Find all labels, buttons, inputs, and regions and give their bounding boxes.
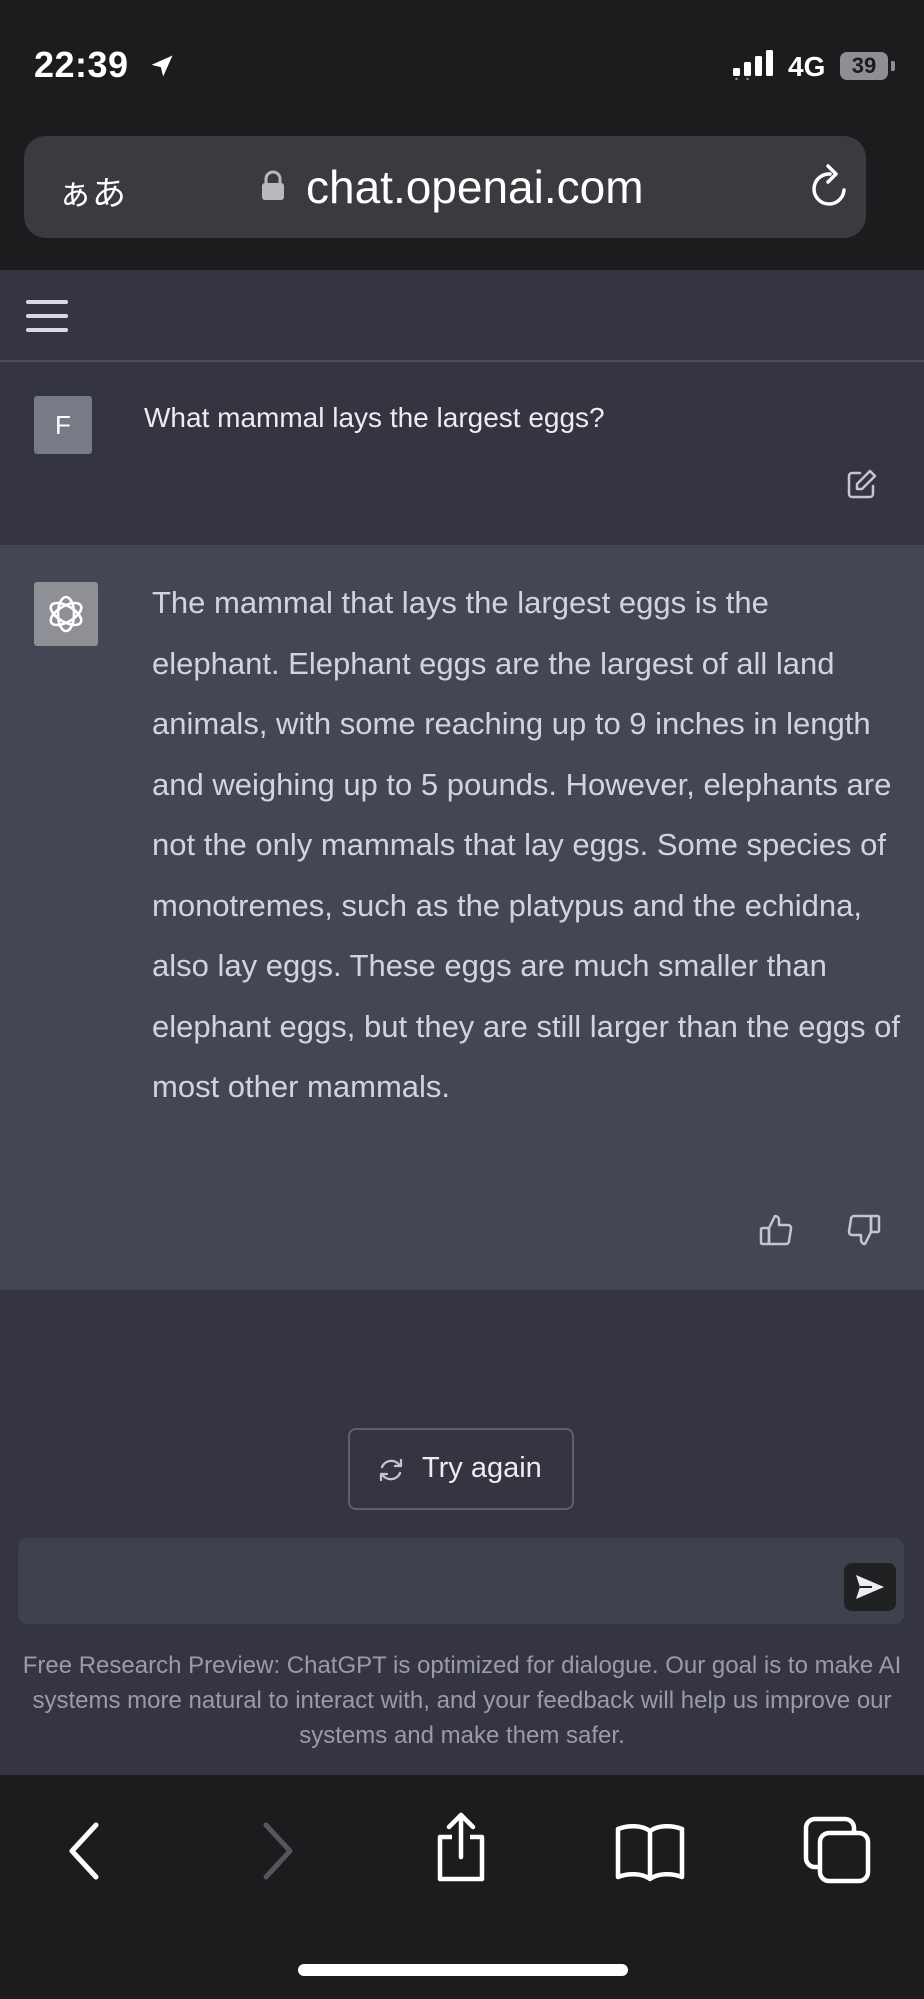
user-message-row: F What mammal lays the largest eggs? bbox=[0, 362, 924, 545]
try-again-label: Try again bbox=[422, 1452, 542, 1484]
send-icon bbox=[856, 1575, 884, 1599]
refresh-icon bbox=[379, 1458, 403, 1482]
share-icon[interactable] bbox=[432, 1811, 490, 1883]
address-bar[interactable]: ぁあ chat.openai.com bbox=[24, 136, 866, 238]
edit-icon[interactable] bbox=[846, 468, 878, 500]
url-text[interactable]: chat.openai.com bbox=[306, 160, 644, 214]
reload-icon[interactable] bbox=[806, 162, 854, 212]
thumbs-down-icon[interactable] bbox=[846, 1212, 882, 1248]
avatar: F bbox=[34, 396, 92, 454]
status-time: 22:39 bbox=[34, 44, 129, 85]
assistant-message-text: The mammal that lays the largest eggs is… bbox=[152, 585, 900, 1104]
battery-level: 39 bbox=[851, 53, 877, 78]
network-type: 4G bbox=[788, 51, 826, 82]
signal-icon bbox=[733, 50, 773, 80]
openai-logo-icon bbox=[34, 582, 98, 646]
send-button[interactable] bbox=[844, 1563, 896, 1611]
bookmarks-icon[interactable] bbox=[614, 1821, 686, 1883]
user-message-text: What mammal lays the largest eggs? bbox=[144, 402, 605, 433]
chat-header bbox=[0, 270, 924, 362]
assistant-message-row: The mammal that lays the largest eggs is… bbox=[0, 545, 924, 1290]
text-size-button[interactable]: ぁあ bbox=[58, 166, 126, 215]
message-input[interactable] bbox=[18, 1538, 904, 1624]
status-bar: 22:39 4G 39 bbox=[0, 0, 924, 132]
home-indicator bbox=[298, 1964, 628, 1976]
lock-icon bbox=[262, 170, 284, 200]
thumbs-up-icon[interactable] bbox=[758, 1212, 794, 1248]
tabs-icon[interactable] bbox=[802, 1815, 872, 1885]
disclaimer-text: Free Research Preview: ChatGPT is optimi… bbox=[22, 1652, 902, 1749]
back-icon[interactable] bbox=[66, 1821, 102, 1881]
battery-icon: 39 bbox=[840, 52, 896, 80]
forward-icon[interactable] bbox=[260, 1821, 296, 1881]
try-again-button[interactable]: Try again bbox=[348, 1428, 574, 1510]
menu-icon[interactable] bbox=[26, 300, 68, 334]
location-arrow-icon bbox=[151, 55, 173, 77]
